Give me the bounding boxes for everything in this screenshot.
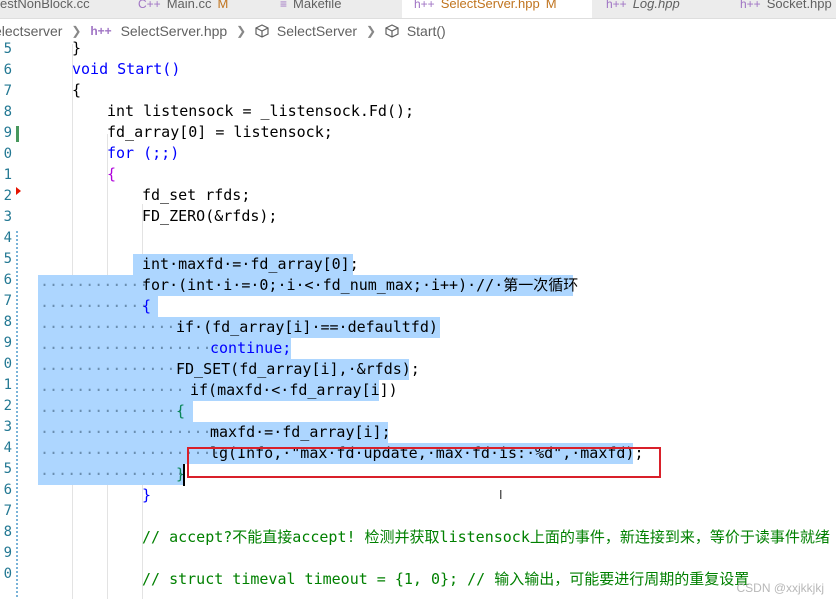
git-modified-marker[interactable] (16, 231, 18, 599)
line-number: 0 (3, 566, 12, 582)
line-number: 3 (3, 209, 12, 225)
line-number: 1 (3, 167, 12, 183)
line-number: 6 (3, 272, 12, 288)
git-added-marker[interactable] (16, 126, 19, 142)
tab-label: Main.cc (166, 0, 212, 11)
code-line: { (176, 402, 186, 420)
whitespace-dots: ············ (40, 297, 149, 315)
code-line: FD_SET(fd_array[i],·&rfds); (176, 360, 420, 378)
class-icon (255, 19, 269, 44)
tab-label: Log.hpp (632, 0, 680, 11)
line-number: 0 (3, 356, 12, 372)
hpp-file-icon: h++ (740, 0, 761, 11)
code-line: { (107, 165, 117, 183)
line-number: 7 (3, 503, 12, 519)
line-number: 8 (3, 314, 12, 330)
line-number-gutter: 5 6 7 8 9 0 1 2 3 4 5 6 7 8 9 0 1 2 3 4 … (0, 41, 30, 599)
highlight-box-annotation (187, 447, 661, 478)
modified-badge: M (217, 0, 229, 11)
line-number: 9 (3, 125, 12, 141)
line-number: 6 (3, 62, 12, 78)
tab-label: SelectServer.hpp (440, 0, 540, 11)
breadcrumb-method[interactable]: Start() (407, 19, 446, 44)
tab-socket-hpp[interactable]: h++ Socket.hpp (740, 0, 832, 18)
whitespace-dots: ················ (40, 465, 185, 483)
line-number: 5 (3, 461, 12, 477)
hpp-file-icon: h++ (414, 0, 435, 11)
code-comment: // accept?不能直接accept! 检测并获取listensock上面的… (142, 528, 830, 546)
code-line: void Start() (72, 60, 181, 78)
line-number: 7 (3, 83, 12, 99)
line-number: 4 (3, 230, 12, 246)
tab-label: Makefile (293, 0, 342, 11)
whitespace-dots: ···················· (40, 423, 221, 441)
method-icon (385, 19, 399, 44)
code-line: continue; (210, 339, 292, 357)
code-line: if(maxfd·<·fd_array[i]) (190, 381, 398, 399)
code-line: if·(fd_array[i]·==·defaultfd) (176, 318, 438, 336)
line-number: 0 (3, 146, 12, 162)
code-line: int·maxfd·=·fd_array[0]; (142, 255, 359, 273)
mouse-ibeam-icon: I (499, 488, 503, 502)
chevron-right-icon: ❯ (365, 24, 377, 38)
line-number: 2 (3, 398, 12, 414)
tab-label: estNonBlock.cc (0, 0, 90, 11)
code-editor[interactable]: } void Start() { int listensock = _liste… (38, 39, 836, 599)
hpp-file-icon: h++ (90, 24, 112, 38)
breadcrumb-file[interactable]: SelectServer.hpp (121, 19, 228, 44)
tab-testnonblock[interactable]: estNonBlock.cc (0, 0, 90, 18)
whitespace-dots: ···················· (40, 339, 221, 357)
line-number: 8 (3, 104, 12, 120)
code-line: for (;;) (107, 144, 180, 162)
hpp-file-icon: h++ (606, 0, 627, 11)
whitespace-dots: ············ (40, 276, 149, 294)
watermark: CSDN @xxjkkjkj (736, 581, 824, 595)
line-number: 5 (3, 41, 12, 57)
whitespace-dots: ················ (40, 360, 185, 378)
code-comment: // struct timeval timeout = {1, 0}; // 输… (142, 570, 750, 588)
chevron-right-icon: ❯ (236, 24, 247, 38)
error-marker-icon[interactable] (16, 187, 21, 195)
code-line: { (72, 81, 82, 99)
code-line: } (142, 486, 152, 504)
code-line: int listensock = _listensock.Fd(); (107, 102, 415, 120)
whitespace-dots: ················ (40, 318, 185, 336)
line-number: 5 (3, 251, 12, 267)
tab-label: Socket.hpp (766, 0, 832, 11)
text-cursor (183, 464, 185, 486)
code-line: { (142, 297, 152, 315)
code-line: FD_ZERO(&rfds); (142, 207, 278, 225)
code-line: fd_array[0] = listensock; (107, 123, 333, 141)
line-number: 6 (3, 482, 12, 498)
modified-badge: M (545, 0, 557, 11)
breadcrumb-class[interactable]: SelectServer (277, 19, 357, 44)
line-number: 9 (3, 335, 12, 351)
breadcrumb: electserver ❯ h++ SelectServer.hpp ❯ Sel… (0, 19, 836, 44)
editor-tab-bar: estNonBlock.cc C++ Main.cc M ≡ Makefile h++… (0, 0, 836, 19)
code-line: } (72, 39, 82, 57)
cpp-file-icon: C++ (138, 0, 161, 11)
line-number: 7 (3, 293, 12, 309)
whitespace-dots: ················ (40, 402, 185, 420)
line-number: 8 (3, 524, 12, 540)
whitespace-dots: ················ (40, 381, 185, 399)
tab-main-cc[interactable]: C++ Main.cc M (138, 0, 228, 18)
tab-log-hpp[interactable]: h++ Log.hpp (606, 0, 680, 18)
line-number: 9 (3, 545, 12, 561)
makefile-icon: ≡ (280, 0, 288, 11)
line-number: 4 (3, 440, 12, 456)
line-number: 2 (3, 188, 12, 204)
tab-makefile[interactable]: ≡ Makefile (280, 0, 341, 18)
tab-selectserver-hpp[interactable]: h++ SelectServer.hpp M (402, 0, 592, 18)
code-line: maxfd·=·fd_array[i]; (210, 423, 391, 441)
code-line: fd_set rfds; (142, 186, 251, 204)
line-number: 1 (3, 377, 12, 393)
line-number: 3 (3, 419, 12, 435)
code-line: for·(int·i·=·0;·i·<·fd_num_max;·i++)·//·… (142, 276, 579, 294)
